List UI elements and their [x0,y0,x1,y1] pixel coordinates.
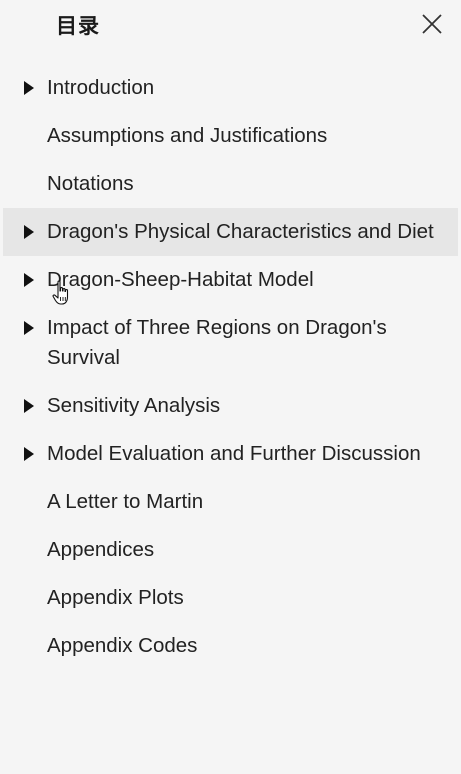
expand-caret-icon[interactable] [24,321,34,335]
toc-item-letter[interactable]: A Letter to Martin [0,478,461,526]
toc-panel: 目录 Introduction Assumptions and Justific… [0,0,461,774]
close-button[interactable] [418,10,446,38]
toc-item-label: Appendices [47,538,155,561]
toc-item-label: Notations [47,172,134,195]
toc-item-sensitivity[interactable]: Sensitivity Analysis [0,382,461,430]
expand-caret-icon[interactable] [24,225,34,239]
expand-caret-icon[interactable] [24,447,34,461]
toc-list: Introduction Assumptions and Justificati… [0,64,461,670]
toc-item-model-evaluation[interactable]: Model Evaluation and Further Discussion [0,430,461,478]
toc-item-label: Dragon's Physical Characteristics and Di… [47,220,434,243]
expand-caret-icon[interactable] [24,81,34,95]
toc-item-label: Appendix Plots [47,586,184,609]
toc-item-assumptions[interactable]: Assumptions and Justifications [0,112,461,160]
expand-caret-icon[interactable] [24,273,34,287]
toc-item-label: Sensitivity Analysis [47,394,221,417]
toc-item-appendix-plots[interactable]: Appendix Plots [0,574,461,622]
toc-item-appendices[interactable]: Appendices [0,526,461,574]
panel-header: 目录 [0,0,461,48]
toc-item-label: Appendix Codes [47,634,198,657]
close-icon [422,14,442,34]
toc-item-label: Dragon-Sheep-Habitat Model [47,268,314,291]
toc-item-notations[interactable]: Notations [0,160,461,208]
toc-item-label: Introduction [47,76,155,99]
toc-item-physical-characteristics[interactable]: Dragon's Physical Characteristics and Di… [3,208,458,256]
panel-title: 目录 [56,14,100,38]
toc-item-label: Impact of Three Regions on Dragon's Surv… [47,316,387,369]
toc-item-introduction[interactable]: Introduction [0,64,461,112]
toc-item-appendix-codes[interactable]: Appendix Codes [0,622,461,670]
toc-item-label: Assumptions and Justifications [47,124,328,147]
toc-item-label: Model Evaluation and Further Discussion [47,442,421,465]
expand-caret-icon[interactable] [24,399,34,413]
toc-item-label: A Letter to Martin [47,490,204,513]
toc-item-three-regions[interactable]: Impact of Three Regions on Dragon's Surv… [0,304,461,382]
toc-item-habitat-model[interactable]: Dragon-Sheep-Habitat Model [0,256,461,304]
